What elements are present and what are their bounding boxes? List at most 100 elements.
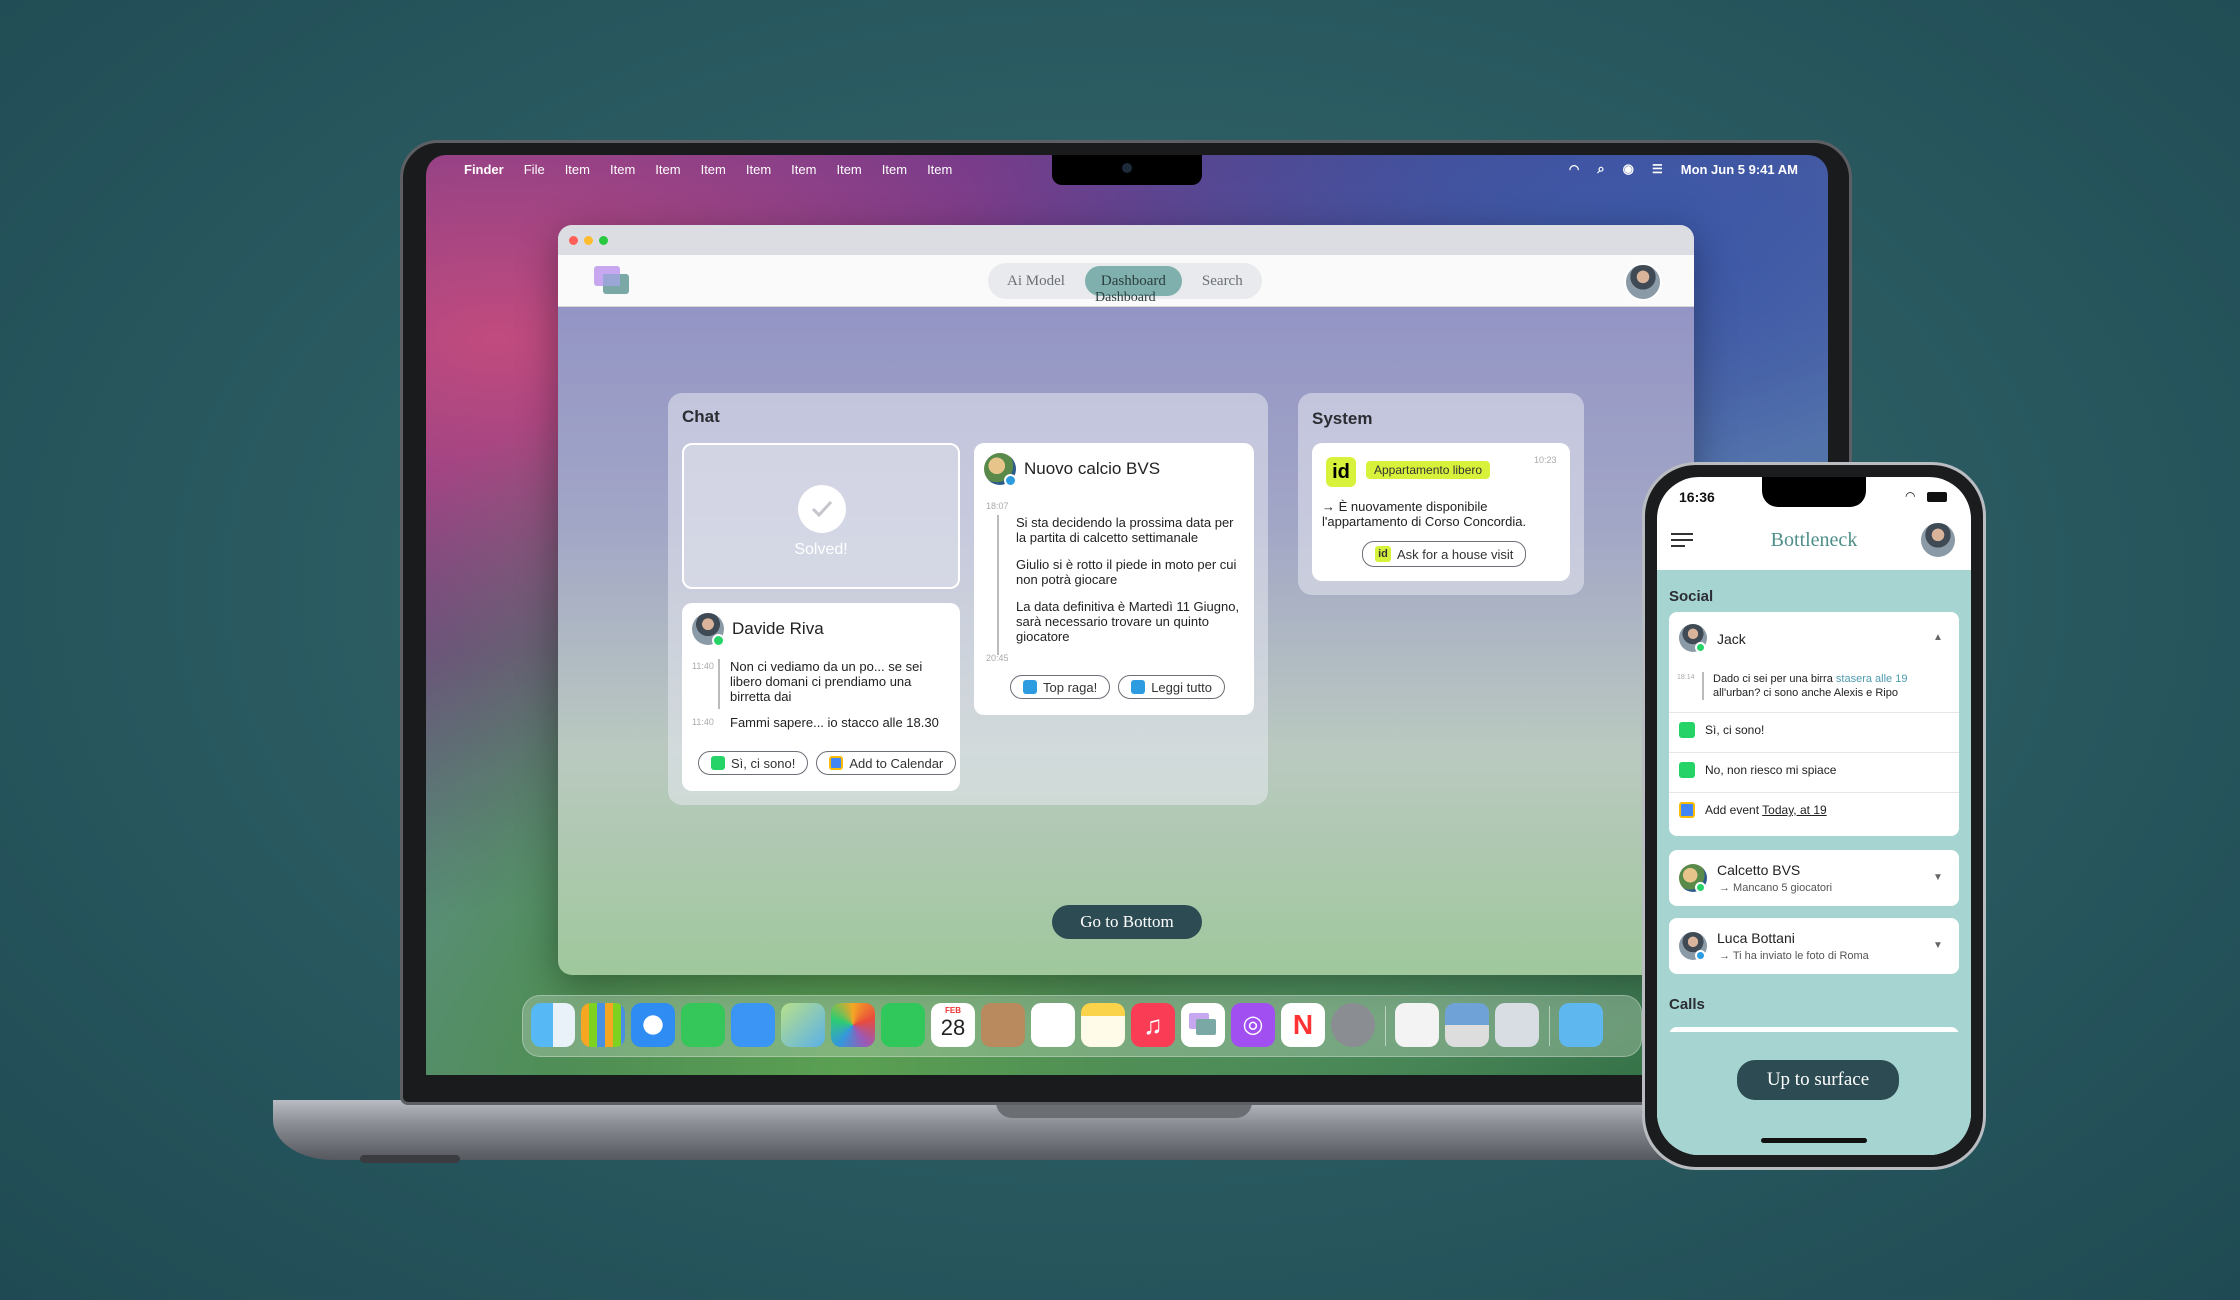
reply-no-option[interactable]: No, non riesco mi spiace <box>1679 762 1836 778</box>
menu-file[interactable]: File <box>524 162 545 177</box>
menu-item-1[interactable]: Item <box>565 162 590 177</box>
luca-card[interactable]: Luca Bottani → Ti ha inviato le foto di … <box>1669 918 1959 974</box>
window-titlebar[interactable] <box>558 225 1694 255</box>
top-raga-button[interactable]: Top raga! <box>1010 675 1111 699</box>
calcetto-card[interactable]: Calcetto BVS → Mancano 5 giocatori ▼ <box>1669 850 1959 906</box>
add-event-time: Today, at 19 <box>1762 803 1827 817</box>
system-settings-icon[interactable] <box>1331 1003 1375 1047</box>
calcetto-name: Calcetto BVS <box>1717 862 1801 878</box>
solved-card[interactable]: Solved! <box>682 443 960 589</box>
calendar-icon <box>829 756 844 770</box>
ask-house-visit-button[interactable]: id Ask for a house visit <box>1362 541 1527 567</box>
davide-msg2: Fammi sapere... io stacco alle 18.30 <box>730 715 939 730</box>
user-icon[interactable]: ◉ <box>1623 161 1634 177</box>
telegram-badge-icon <box>1004 474 1017 487</box>
messages-icon[interactable] <box>681 1003 725 1047</box>
dock-divider-2 <box>1549 1006 1550 1046</box>
textedit-icon[interactable] <box>1395 1003 1439 1047</box>
apartment-card[interactable]: id Appartamento libero 10:23 → È nuovame… <box>1312 443 1570 581</box>
nuovo-msg3: La data definitiva è Martedì 11 Giugno, … <box>1016 599 1240 644</box>
calendar-day: 28 <box>940 1015 966 1040</box>
nuovo-calcio-card[interactable]: Nuovo calcio BVS 18:07 Si sta decidendo … <box>974 443 1254 715</box>
launchpad-icon[interactable] <box>581 1003 625 1047</box>
add-to-calendar-label: Add to Calendar <box>849 755 944 771</box>
folder-icon[interactable] <box>1559 1003 1603 1047</box>
menu-item-7[interactable]: Item <box>836 162 861 177</box>
yes-reply-button[interactable]: Sì, ci sono! <box>698 751 809 775</box>
yes-reply-label: Sì, ci sono! <box>731 755 796 771</box>
app-logo-icon[interactable] <box>593 265 629 295</box>
add-event-option[interactable]: Add event Today, at 19 <box>1679 802 1827 818</box>
notes-icon[interactable] <box>1081 1003 1125 1047</box>
apartment-msg: → È nuovamente disponibile l'appartament… <box>1322 499 1527 529</box>
social-section-title: Social <box>1669 588 1714 605</box>
wifi-icon[interactable]: ◠ <box>1569 162 1579 176</box>
system-panel: System id Appartamento libero 10:23 → È … <box>1298 393 1584 595</box>
menu-item-4[interactable]: Item <box>701 162 726 177</box>
control-center-icon[interactable]: ☰ <box>1652 162 1663 176</box>
blank-app-icon[interactable] <box>1495 1003 1539 1047</box>
podcasts-icon[interactable]: ◎ <box>1231 1003 1275 1047</box>
go-to-bottom-button[interactable]: Go to Bottom <box>1052 905 1202 939</box>
menu-app-name[interactable]: Finder <box>464 162 504 177</box>
zoom-window-button[interactable] <box>599 236 608 245</box>
close-window-button[interactable] <box>569 236 578 245</box>
whatsapp-badge-icon <box>712 634 725 647</box>
add-event-label: Add event <box>1705 803 1763 817</box>
expand-chevron-icon[interactable]: ▼ <box>1933 872 1943 883</box>
message-thread-line <box>1702 672 1704 700</box>
minimize-window-button[interactable] <box>584 236 593 245</box>
calendar-app-icon[interactable]: FEB 28 <box>931 1003 975 1047</box>
menu-item-9[interactable]: Item <box>927 162 952 177</box>
app-window: Ai Model Dashboard Search Dashboard Chat… <box>558 225 1694 975</box>
jack-message-link[interactable]: stasera alle 19 <box>1836 673 1908 685</box>
timeline-line <box>997 515 999 655</box>
laptop-foot <box>360 1155 460 1163</box>
add-to-calendar-button[interactable]: Add to Calendar <box>816 751 957 775</box>
ask-house-visit-label: Ask for a house visit <box>1397 546 1514 562</box>
davide-msg1: Non ci vediamo da un po... se sei libero… <box>730 659 923 704</box>
menu-item-3[interactable]: Item <box>655 162 680 177</box>
tab-ai-model[interactable]: Ai Model <box>991 266 1081 296</box>
collapse-chevron-icon[interactable]: ▲ <box>1933 632 1943 643</box>
telegram-badge-icon <box>1695 950 1706 961</box>
maps-icon[interactable] <box>781 1003 825 1047</box>
tab-search[interactable]: Search <box>1186 266 1259 296</box>
jack-card[interactable]: Jack ▲ 18:14 Dado ci sei per una birra s… <box>1669 612 1959 836</box>
nuovo-msg2: Giulio si è rotto il piede in moto per c… <box>1016 557 1237 587</box>
home-indicator <box>1761 1138 1867 1143</box>
finder-icon[interactable] <box>531 1003 575 1047</box>
up-to-surface-button[interactable]: Up to surface <box>1737 1060 1899 1100</box>
photos-icon[interactable] <box>831 1003 875 1047</box>
bottleneck-app-icon[interactable] <box>1181 1003 1225 1047</box>
facetime-icon[interactable] <box>881 1003 925 1047</box>
menu-item-8[interactable]: Item <box>882 162 907 177</box>
system-panel-title: System <box>1312 409 1373 428</box>
phone-profile-avatar[interactable] <box>1919 521 1957 559</box>
menubar-clock[interactable]: Mon Jun 5 9:41 AM <box>1681 162 1798 177</box>
nuovo-time-end: 20:45 <box>986 653 1009 663</box>
reminders-icon[interactable] <box>1031 1003 1075 1047</box>
preview-icon[interactable] <box>1445 1003 1489 1047</box>
app-toolbar: Ai Model Dashboard Search Dashboard <box>558 255 1694 307</box>
news-icon[interactable]: N <box>1281 1003 1325 1047</box>
menu-item-5[interactable]: Item <box>746 162 771 177</box>
davide-chat-card[interactable]: Davide Riva 11:40 Non ci vediamo da un p… <box>682 603 960 791</box>
leggi-tutto-button[interactable]: Leggi tutto <box>1118 675 1225 699</box>
menu-item-2[interactable]: Item <box>610 162 635 177</box>
telegram-icon <box>1023 680 1037 694</box>
music-icon[interactable]: ♫ <box>1131 1003 1175 1047</box>
spotlight-search-icon[interactable]: ⌕ <box>1597 161 1604 177</box>
safari-icon[interactable] <box>631 1003 675 1047</box>
expand-chevron-icon[interactable]: ▼ <box>1933 940 1943 951</box>
jack-message: Dado ci sei per una birra stasera alle 1… <box>1713 672 1949 700</box>
nuovo-calcio-name: Nuovo calcio BVS <box>1024 459 1161 478</box>
chat-panel-title: Chat <box>682 407 720 426</box>
menu-item-6[interactable]: Item <box>791 162 816 177</box>
contacts-icon[interactable] <box>981 1003 1025 1047</box>
profile-avatar[interactable] <box>1624 263 1662 301</box>
luca-name: Luca Bottani <box>1717 930 1795 946</box>
reply-yes-option[interactable]: Sì, ci sono! <box>1679 722 1764 738</box>
whatsapp-icon <box>1679 762 1695 778</box>
mail-icon[interactable] <box>731 1003 775 1047</box>
